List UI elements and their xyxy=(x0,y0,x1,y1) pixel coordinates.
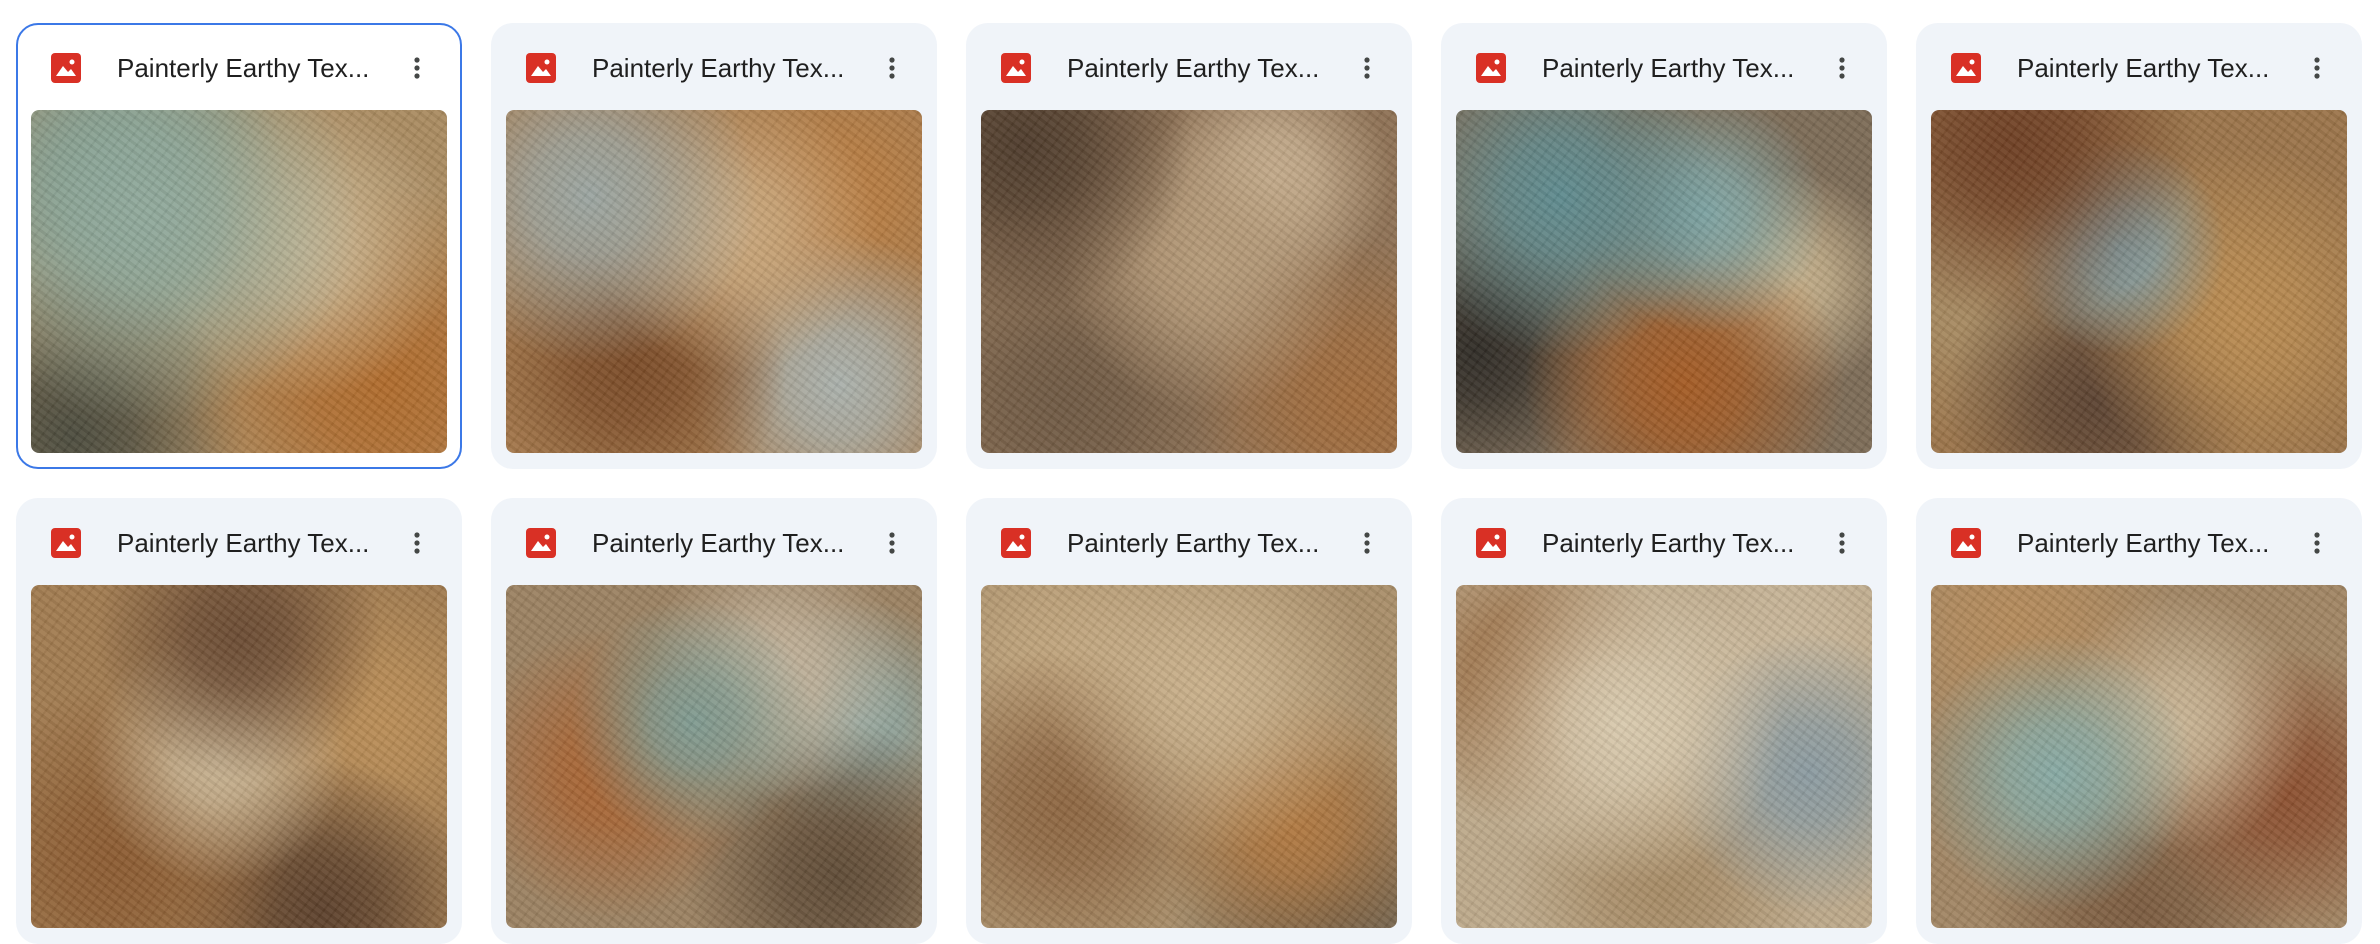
image-file-icon xyxy=(51,53,81,83)
file-title: Painterly Earthy Tex... xyxy=(1542,53,1795,83)
more-vert-icon xyxy=(2314,57,2320,79)
file-card[interactable]: Painterly Earthy Tex... xyxy=(491,498,937,944)
texture-grain xyxy=(1931,585,2347,928)
more-actions-button[interactable] xyxy=(1821,47,1863,89)
image-file-icon xyxy=(1001,53,1031,83)
file-card[interactable]: Painterly Earthy Tex... xyxy=(966,498,1412,944)
file-title: Painterly Earthy Tex... xyxy=(2017,528,2270,558)
file-thumbnail[interactable] xyxy=(31,110,447,453)
file-card-header: Painterly Earthy Tex... xyxy=(1443,500,1885,584)
more-actions-button[interactable] xyxy=(871,522,913,564)
texture-grain xyxy=(31,110,447,453)
file-card-header: Painterly Earthy Tex... xyxy=(18,25,460,109)
more-vert-icon xyxy=(889,57,895,79)
image-file-icon xyxy=(526,53,556,83)
more-actions-button[interactable] xyxy=(1821,522,1863,564)
file-thumbnail[interactable] xyxy=(1931,110,2347,453)
file-thumbnail[interactable] xyxy=(506,110,922,453)
file-card[interactable]: Painterly Earthy Tex... xyxy=(16,23,462,469)
more-vert-icon xyxy=(1364,532,1370,554)
file-card[interactable]: Painterly Earthy Tex... xyxy=(491,23,937,469)
texture-grain xyxy=(31,585,447,928)
more-actions-button[interactable] xyxy=(1346,522,1388,564)
file-title: Painterly Earthy Tex... xyxy=(592,53,845,83)
file-card[interactable]: Painterly Earthy Tex... xyxy=(16,498,462,944)
image-file-icon xyxy=(1476,53,1506,83)
image-file-icon xyxy=(1001,528,1031,558)
image-file-icon xyxy=(1951,53,1981,83)
file-thumbnail[interactable] xyxy=(1456,585,1872,928)
more-vert-icon xyxy=(2314,532,2320,554)
more-actions-button[interactable] xyxy=(396,522,438,564)
file-card[interactable]: Painterly Earthy Tex... xyxy=(1916,23,2362,469)
more-actions-button[interactable] xyxy=(2296,47,2338,89)
image-file-icon xyxy=(526,528,556,558)
file-title: Painterly Earthy Tex... xyxy=(2017,53,2270,83)
more-vert-icon xyxy=(414,57,420,79)
more-actions-button[interactable] xyxy=(396,47,438,89)
texture-grain xyxy=(981,110,1397,453)
file-thumbnail[interactable] xyxy=(506,585,922,928)
texture-grain xyxy=(1456,110,1872,453)
file-thumbnail[interactable] xyxy=(1456,110,1872,453)
file-thumbnail[interactable] xyxy=(31,585,447,928)
file-card[interactable]: Painterly Earthy Tex... xyxy=(1441,498,1887,944)
texture-grain xyxy=(1931,110,2347,453)
more-actions-button[interactable] xyxy=(2296,522,2338,564)
file-thumbnail[interactable] xyxy=(981,585,1397,928)
texture-grain xyxy=(1456,585,1872,928)
file-card[interactable]: Painterly Earthy Tex... xyxy=(1441,23,1887,469)
image-file-icon xyxy=(1951,528,1981,558)
file-title: Painterly Earthy Tex... xyxy=(592,528,845,558)
file-title: Painterly Earthy Tex... xyxy=(1542,528,1795,558)
more-vert-icon xyxy=(1839,57,1845,79)
image-file-icon xyxy=(1476,528,1506,558)
texture-grain xyxy=(981,585,1397,928)
file-card-header: Painterly Earthy Tex... xyxy=(493,25,935,109)
file-thumbnail[interactable] xyxy=(1931,585,2347,928)
file-card-header: Painterly Earthy Tex... xyxy=(493,500,935,584)
file-card-header: Painterly Earthy Tex... xyxy=(1443,25,1885,109)
texture-grain xyxy=(506,585,922,928)
more-vert-icon xyxy=(1839,532,1845,554)
file-card-header: Painterly Earthy Tex... xyxy=(968,500,1410,584)
image-file-icon xyxy=(51,528,81,558)
file-title: Painterly Earthy Tex... xyxy=(1067,528,1320,558)
file-title: Painterly Earthy Tex... xyxy=(117,528,370,558)
more-actions-button[interactable] xyxy=(871,47,913,89)
file-title: Painterly Earthy Tex... xyxy=(117,53,370,83)
file-thumbnail[interactable] xyxy=(981,110,1397,453)
more-vert-icon xyxy=(414,532,420,554)
more-vert-icon xyxy=(889,532,895,554)
file-title: Painterly Earthy Tex... xyxy=(1067,53,1320,83)
file-card-header: Painterly Earthy Tex... xyxy=(968,25,1410,109)
more-actions-button[interactable] xyxy=(1346,47,1388,89)
file-grid: Painterly Earthy Tex... Painterly Earthy… xyxy=(16,23,2362,944)
file-card-header: Painterly Earthy Tex... xyxy=(18,500,460,584)
more-vert-icon xyxy=(1364,57,1370,79)
file-card[interactable]: Painterly Earthy Tex... xyxy=(966,23,1412,469)
file-card[interactable]: Painterly Earthy Tex... xyxy=(1916,498,2362,944)
file-card-header: Painterly Earthy Tex... xyxy=(1918,25,2360,109)
file-card-header: Painterly Earthy Tex... xyxy=(1918,500,2360,584)
texture-grain xyxy=(506,110,922,453)
